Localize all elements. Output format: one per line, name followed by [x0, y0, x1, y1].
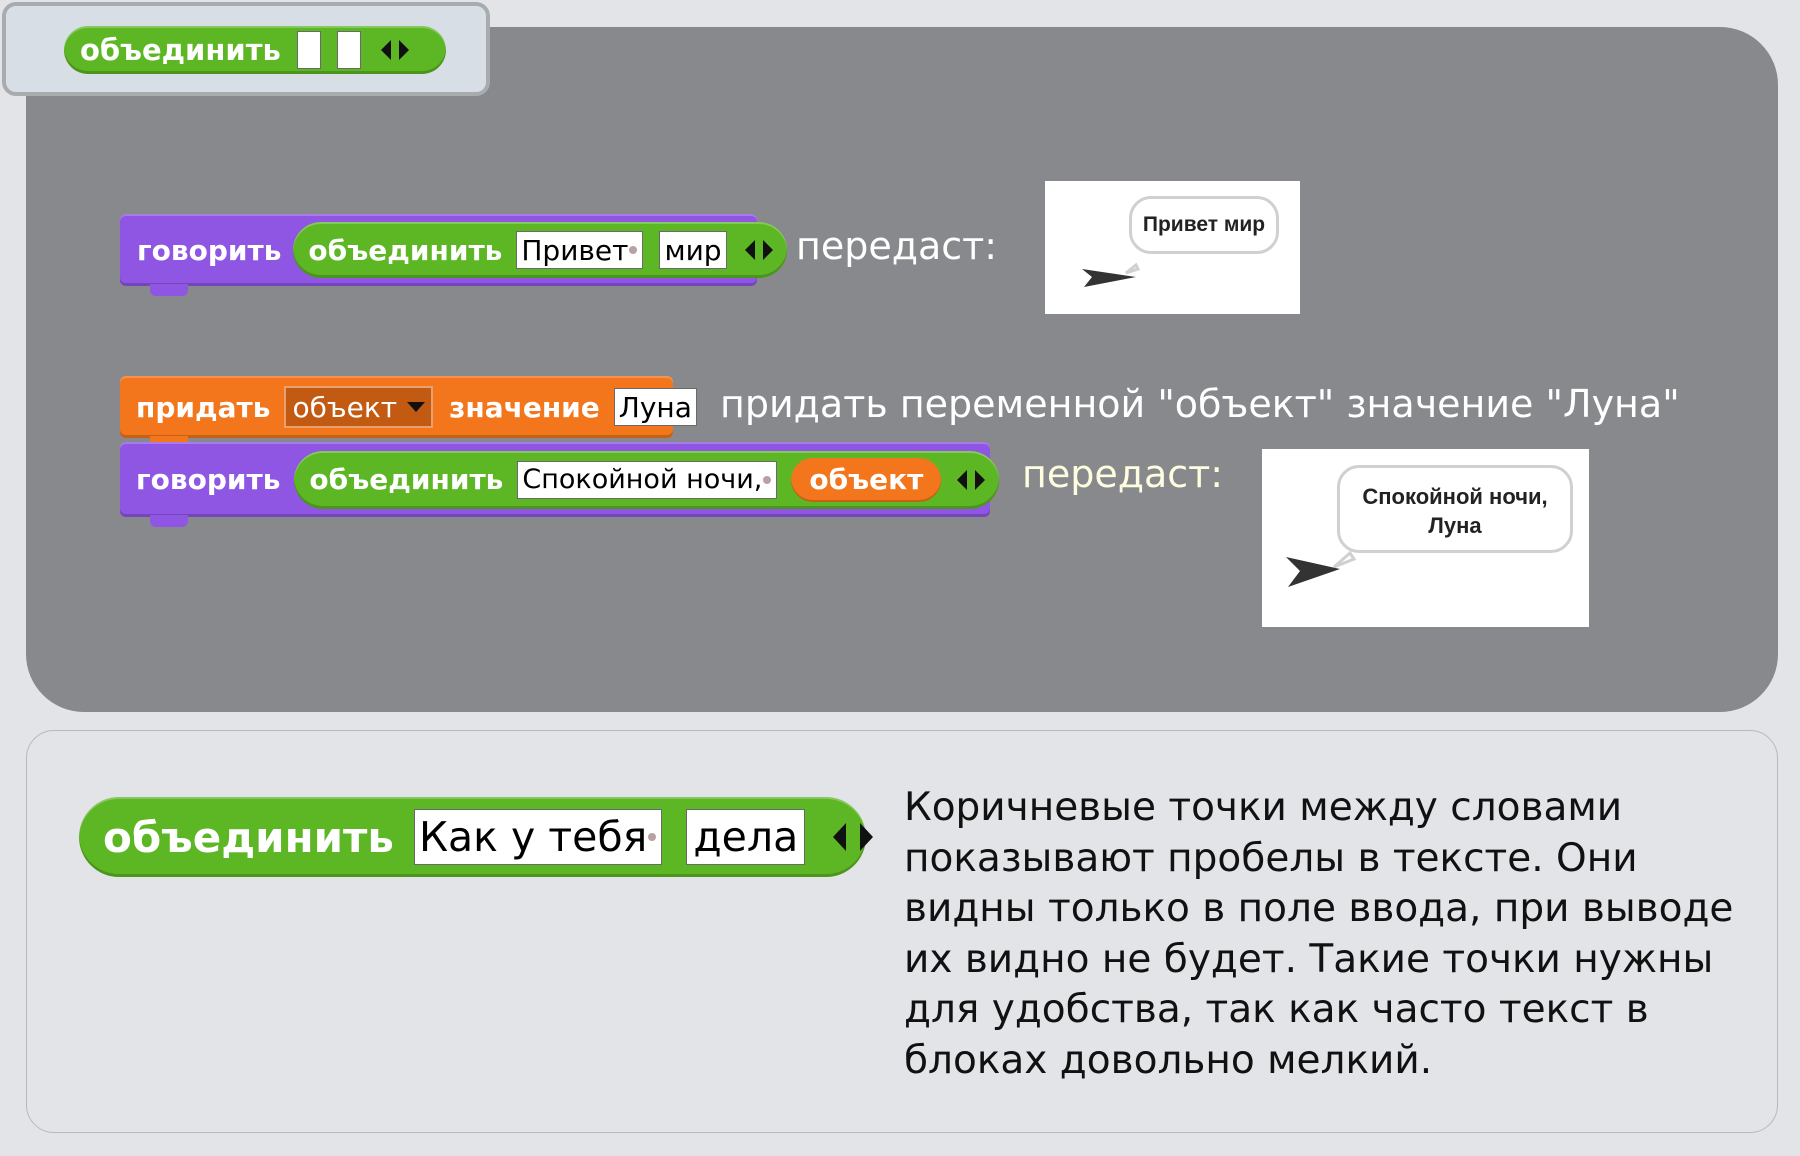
set-label: придать	[136, 390, 271, 424]
description-text: Коричневые точки между словами показываю…	[904, 785, 1734, 1083]
arrow-left-icon[interactable]	[833, 823, 847, 851]
text-slot-1[interactable]: Как у тебя	[413, 809, 663, 865]
arrow-right-icon[interactable]	[860, 823, 874, 851]
block-notch	[150, 284, 188, 296]
arrow-right-icon[interactable]	[762, 240, 773, 260]
text-slot-2[interactable]: мир	[659, 231, 727, 269]
arity-arrows[interactable]	[833, 823, 874, 851]
bubble-line-1: Спокойной ночи,	[1362, 484, 1548, 509]
stage-preview-2: Спокойной ночи, Луна	[1262, 449, 1589, 627]
variable-reporter[interactable]: объект	[791, 457, 942, 502]
text-slot-2[interactable]: дела	[686, 809, 806, 865]
join-block-palette[interactable]: объединить	[64, 26, 446, 74]
variable-name: объект	[809, 463, 924, 496]
result-label-2: передаст:	[1022, 452, 1224, 496]
sprite-arrow-icon	[1082, 262, 1141, 287]
slot-text: Как у тебя	[418, 813, 648, 861]
say-label: говорить	[137, 233, 282, 267]
space-dot	[648, 833, 657, 841]
arrow-left-icon[interactable]	[744, 240, 755, 260]
slot-text: мир	[664, 233, 722, 267]
join-label: объединить	[308, 233, 503, 267]
join-label: объединить	[80, 33, 281, 67]
variable-name: объект	[292, 390, 398, 424]
say-label: говорить	[136, 463, 281, 496]
join-block-1[interactable]: объединить Привет мир	[293, 222, 787, 278]
bubble-text: Привет мир	[1142, 213, 1266, 236]
speech-bubble: Спокойной ночи, Луна	[1337, 465, 1573, 553]
join-label: объединить	[309, 463, 504, 496]
value-slot[interactable]: Луна	[613, 388, 697, 426]
arrow-right-icon[interactable]	[975, 469, 986, 490]
slot-text: Луна	[618, 390, 692, 424]
space-dot	[629, 246, 638, 254]
empty-slot-2[interactable]	[336, 31, 361, 69]
set-caption: придать переменной "объект" значение "Лу…	[720, 382, 1680, 426]
slot-text: Спокойной ночи,	[522, 464, 763, 495]
bubble-line-2: Луна	[1428, 513, 1482, 538]
speech-bubble: Привет мир	[1129, 196, 1279, 254]
arity-arrows[interactable]	[957, 469, 986, 490]
arity-arrows[interactable]	[744, 240, 773, 260]
sprite-arrow-icon	[1286, 550, 1356, 587]
text-slot-1[interactable]: Привет	[516, 231, 644, 269]
say-block-1[interactable]: говорить объединить Привет мир	[120, 214, 787, 296]
join-block-large[interactable]: объединить Как у тебя дела	[79, 797, 874, 877]
set-block[interactable]: придать объект значение Луна	[120, 376, 697, 448]
empty-slot-1[interactable]	[296, 31, 321, 69]
slot-text: Привет	[521, 233, 629, 267]
stage-preview-1: Привет мир	[1045, 181, 1300, 314]
say-block-2[interactable]: говорить объединить Спокойной ночи, объе…	[120, 442, 1000, 527]
arrow-left-icon[interactable]	[957, 469, 968, 490]
arrow-right-icon[interactable]	[398, 40, 409, 60]
block-notch	[150, 515, 188, 527]
result-label-1: передаст:	[796, 224, 998, 268]
dropdown-arrow-icon	[407, 402, 426, 412]
arity-arrows[interactable]	[380, 40, 409, 60]
slot-text: дела	[693, 813, 799, 861]
space-dot	[763, 475, 772, 484]
text-slot-1[interactable]: Спокойной ночи,	[517, 460, 778, 499]
variable-dropdown[interactable]: объект	[284, 386, 434, 428]
join-label: объединить	[103, 812, 394, 862]
arrow-left-icon[interactable]	[380, 40, 391, 60]
join-block-2[interactable]: объединить Спокойной ночи, объект	[294, 450, 1000, 509]
value-label: значение	[449, 390, 600, 424]
